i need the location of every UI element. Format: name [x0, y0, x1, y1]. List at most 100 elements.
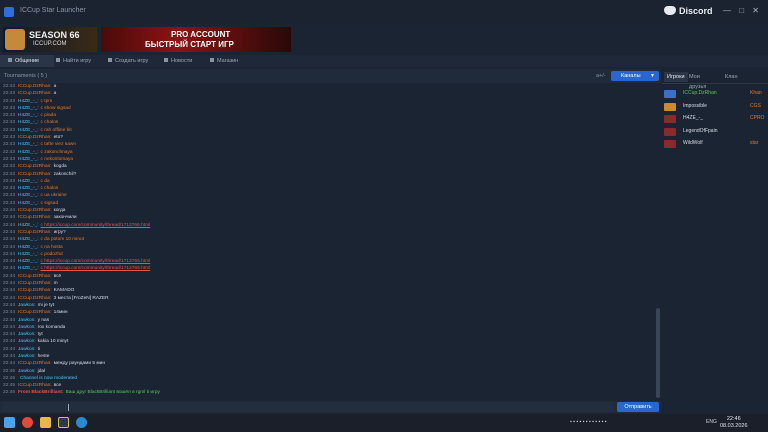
- message-user[interactable]: ICCup.DzRhan:: [18, 215, 52, 220]
- chat-input[interactable]: [2, 402, 614, 412]
- pro-account-banner[interactable]: PRO ACCOUNT БЫСТРЫЙ СТАРТ ИГР: [101, 27, 291, 52]
- telegram-icon[interactable]: [76, 417, 87, 428]
- message-time: 22:43: [3, 142, 16, 148]
- message-user[interactable]: H4ZE_-_:: [18, 120, 39, 125]
- message-user[interactable]: ICCup.DzRhan:: [18, 296, 52, 301]
- message-user[interactable]: ICCup.DzRhan:: [18, 281, 52, 286]
- chat-message: 22:44 H4ZE_-_: c podozhd: [0, 251, 656, 258]
- chrome-icon[interactable]: [22, 417, 33, 428]
- scrollbar-thumb[interactable]: [656, 308, 660, 398]
- message-time: 22:43: [3, 91, 16, 97]
- message-user[interactable]: H4ZE_-_:: [18, 128, 39, 133]
- tab-players[interactable]: Игроки: [664, 72, 688, 82]
- tab-shop[interactable]: Магазин: [202, 55, 256, 67]
- window-controls[interactable]: — □ ✕: [723, 6, 762, 15]
- message-user[interactable]: ICCup.DzRhan:: [18, 208, 52, 213]
- message-user[interactable]: H4ZE_-_:: [18, 150, 39, 155]
- message-user[interactable]: Jawkon:: [18, 303, 36, 308]
- message-text: eto?: [53, 135, 63, 141]
- chat-scrollbar[interactable]: [656, 83, 660, 400]
- message-text[interactable]: c https://iccup.com/community/thread/171…: [41, 259, 151, 264]
- main-tabs: Общение Найти игру Создать игру Новости …: [0, 55, 768, 67]
- player-item[interactable]: Impossible CGS: [664, 102, 766, 114]
- chat-message: 22:44 Jawkon: kakia 10 minyt: [0, 338, 656, 345]
- taskbar-clock[interactable]: 22:46 08.03.2026: [720, 416, 748, 430]
- news-icon: [164, 58, 168, 62]
- message-user[interactable]: H4ZE_-_:: [18, 193, 39, 198]
- tab-find-game[interactable]: Найти игру: [48, 55, 106, 67]
- chat-message: 22:44 ICCup.DzRhan: KAMADO: [0, 287, 656, 294]
- tab-news[interactable]: Новости: [156, 55, 208, 67]
- message-user[interactable]: H4ZE_-_:: [18, 259, 39, 264]
- message-user[interactable]: H4ZE_-_:: [18, 142, 39, 147]
- message-text: c da potom 10 minut: [40, 237, 85, 243]
- message-user[interactable]: Jawkon:: [18, 354, 36, 359]
- message-user[interactable]: H4ZE_-_:: [18, 266, 39, 271]
- chat-message: 22:44 H4ZE_-_: c na hosta: [0, 244, 656, 251]
- message-user[interactable]: From BlackBrilliant:: [18, 390, 64, 395]
- game-icon[interactable]: [58, 417, 69, 428]
- player-item[interactable]: H4ZE_-_ CPRO: [664, 114, 766, 126]
- discord-button[interactable]: Discord: [664, 6, 713, 16]
- message-user[interactable]: Jawkon:: [18, 325, 36, 330]
- message-user[interactable]: H4ZE_-_:: [18, 252, 39, 257]
- message-text: kogda: [53, 164, 67, 170]
- message-text[interactable]: c https://iccup.com/community/thread/171…: [41, 266, 151, 271]
- message-user[interactable]: H4ZE_-_:: [18, 245, 39, 250]
- message-user[interactable]: ICCup.DzRhan:: [18, 84, 52, 89]
- message-user[interactable]: Jawkon:: [18, 332, 36, 337]
- message-user[interactable]: H4ZE_-_:: [18, 186, 39, 191]
- folder-icon[interactable]: [40, 417, 51, 428]
- message-text: ti: [37, 346, 41, 352]
- message-user[interactable]: H4ZE_-_:: [18, 106, 39, 111]
- chat-message: 22:44 H4ZE_-_: c https://iccup.com/communi…: [0, 222, 656, 229]
- message-user[interactable]: H4ZE_-_:: [18, 99, 39, 104]
- chat-message: 22:43 H4ZE_-_: c piada: [0, 112, 656, 119]
- message-user[interactable]: ICCup.DzRhan:: [18, 135, 52, 140]
- player-item[interactable]: LegendOfFpain: [664, 127, 766, 139]
- chat-message: 22:44 ICCup.DzRhan: всё: [0, 273, 656, 280]
- font-size-toggle[interactable]: a+/-: [596, 73, 606, 79]
- chat-message: 22:44 ICCup.DzRhan: m: [0, 280, 656, 287]
- player-item[interactable]: WildWolf star: [664, 139, 766, 151]
- tray-icons[interactable]: ▪ ▪ ▪ ▪ ▪ ▪ ▪ ▪ ▪ ▪ ▪ ▪: [570, 419, 607, 425]
- message-user[interactable]: H4ZE_-_:: [18, 223, 39, 228]
- message-user[interactable]: ICCup.DzRhan:: [18, 91, 52, 96]
- season-banner[interactable]: SEASON 66 ICCUP.COM: [3, 27, 97, 52]
- tab-create-game[interactable]: Создать игру: [100, 55, 162, 67]
- message-user[interactable]: H4ZE_-_:: [18, 179, 39, 184]
- language-indicator[interactable]: ENG: [706, 419, 717, 425]
- player-item[interactable]: ICCup.DzRhan Khan: [664, 89, 766, 101]
- cart-icon: [210, 58, 214, 62]
- tab-friends[interactable]: Мои друзья: [686, 72, 709, 90]
- message-text: c piada: [40, 113, 57, 119]
- channels-button[interactable]: Каналы ▼: [611, 71, 659, 81]
- message-user[interactable]: ICCup.DzRhan:: [18, 383, 52, 388]
- message-user[interactable]: H4ZE_-_:: [18, 237, 39, 242]
- message-time: 22:44: [3, 281, 16, 287]
- message-user[interactable]: ICCup.DzRhan:: [18, 172, 52, 177]
- message-user[interactable]: Jawkon:: [18, 347, 36, 352]
- chat-message: 22:44 Jawkon: heste: [0, 353, 656, 360]
- message-user[interactable]: ICCup.DzRhan:: [18, 310, 52, 315]
- message-user[interactable]: ICCup.DzRhan:: [18, 274, 52, 279]
- message-user[interactable]: ICCup.DzRhan:: [18, 164, 52, 169]
- message-user[interactable]: ICCup.DzRhan:: [18, 361, 52, 366]
- season-title: SEASON 66: [29, 30, 80, 40]
- windows-start-icon[interactable]: [4, 417, 15, 428]
- message-user[interactable]: Jawkon:: [18, 318, 36, 323]
- message-user[interactable]: H4ZE_-_:: [18, 157, 39, 162]
- message-user[interactable]: ICCup.DzRhan:: [18, 288, 52, 293]
- message-user[interactable]: H4ZE_-_:: [18, 201, 39, 206]
- message-time: 22:44: [3, 324, 16, 330]
- chat-message: 22:43 ICCup.DzRhan: zakonchil?: [0, 171, 656, 178]
- chat-log[interactable]: 22:43 ICCup.DzRhan: a 22:43 ICCup.DzRhan: a 22…: [0, 83, 656, 400]
- message-text[interactable]: c https://iccup.com/community/thread/171…: [41, 223, 151, 228]
- send-button[interactable]: Отправить: [617, 402, 659, 412]
- tab-clan[interactable]: Клан: [722, 72, 741, 82]
- message-user[interactable]: ICCup.DzRhan:: [18, 230, 52, 235]
- message-user[interactable]: Jawkon:: [18, 339, 36, 344]
- message-user[interactable]: H4ZE_-_:: [18, 113, 39, 118]
- message-user[interactable]: Jawkon:: [18, 369, 36, 374]
- tab-chat[interactable]: Общение: [0, 55, 54, 67]
